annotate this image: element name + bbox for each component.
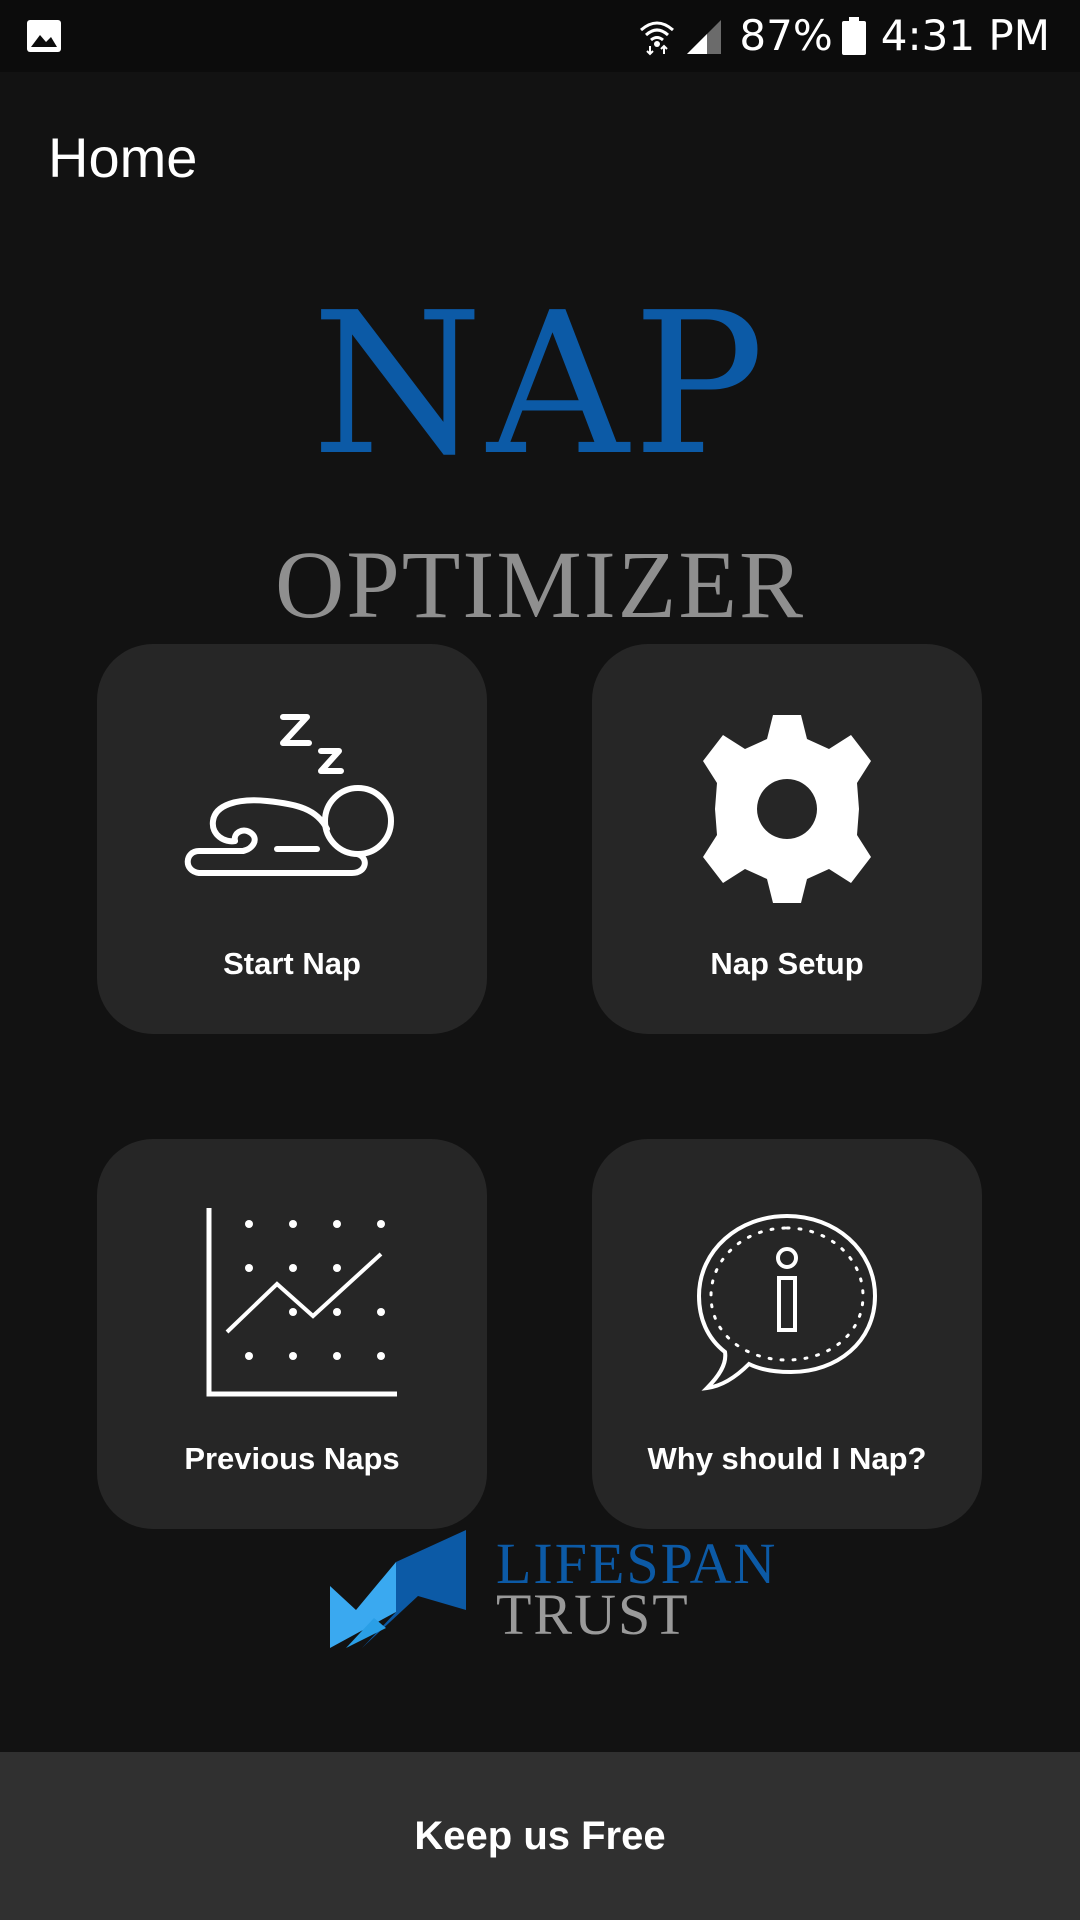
gear-icon	[592, 704, 982, 914]
sponsor-line2: TRUST	[496, 1582, 690, 1647]
status-icons: 87% 4:31 PM	[637, 0, 1050, 72]
start-nap-button[interactable]: Start Nap	[97, 644, 487, 1034]
nap-setup-label: Nap Setup	[710, 946, 864, 981]
gallery-icon	[27, 20, 61, 52]
page-title: Home	[48, 126, 198, 189]
line-chart-icon	[97, 1199, 487, 1409]
clock: 4:31 PM	[880, 11, 1050, 60]
keep-us-free-label: Keep us Free	[414, 1813, 666, 1858]
sleeping-baby-icon	[97, 704, 487, 914]
status-bar: 87% 4:31 PM	[0, 0, 1080, 72]
why-nap-button[interactable]: Why should I Nap?	[592, 1139, 982, 1529]
app-logo-optimizer: OPTIMIZER	[275, 531, 805, 638]
nap-setup-button[interactable]: Nap Setup	[592, 644, 982, 1034]
keep-us-free-button[interactable]: Keep us Free	[0, 1752, 1080, 1920]
previous-naps-label: Previous Naps	[184, 1441, 400, 1476]
battery-percent: 87%	[739, 11, 833, 60]
start-nap-label: Start Nap	[223, 946, 361, 981]
battery-icon	[841, 17, 866, 55]
cell-signal-icon	[687, 20, 722, 54]
previous-naps-button[interactable]: Previous Naps	[97, 1139, 487, 1529]
wifi-icon	[640, 21, 675, 56]
why-nap-label: Why should I Nap?	[647, 1441, 927, 1476]
app-logo-nap: NAP	[311, 271, 769, 499]
info-speech-bubble-icon	[592, 1199, 982, 1409]
